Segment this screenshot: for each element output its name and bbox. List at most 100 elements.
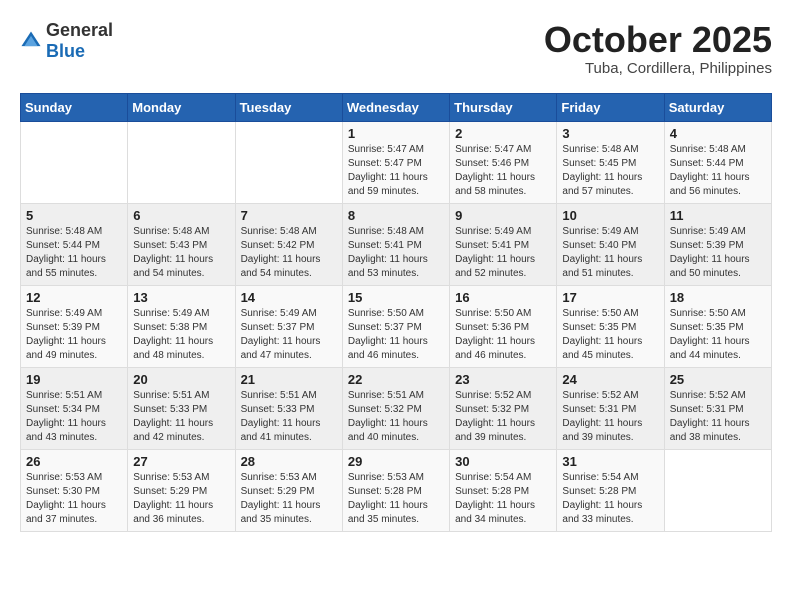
day-number: 27 [133,454,229,469]
calendar-cell: 11 Sunrise: 5:49 AM Sunset: 5:39 PM Dayli… [664,203,771,285]
day-info: Sunrise: 5:50 AM Sunset: 5:35 PM Dayligh… [562,307,658,363]
day-info: Sunrise: 5:53 AM Sunset: 5:30 PM Dayligh… [26,471,122,527]
day-info: Sunrise: 5:48 AM Sunset: 5:44 PM Dayligh… [670,143,766,199]
calendar-table: SundayMondayTuesdayWednesdayThursdayFrid… [20,93,772,532]
day-number: 15 [348,290,444,305]
day-number: 23 [455,372,551,387]
calendar-cell: 24Sunrise: 5:52 AM Sunset: 5:31 PM Dayli… [557,367,664,449]
day-info: Sunrise: 5:52 AM Sunset: 5:31 PM Dayligh… [562,389,658,445]
day-number: 28 [241,454,337,469]
day-info: Sunrise: 5:48 AM Sunset: 5:41 PM Dayligh… [348,225,444,281]
calendar-cell: 10 Sunrise: 5:49 AM Sunset: 5:40 PM Dayli… [557,203,664,285]
calendar-header-monday: Monday [128,93,235,121]
day-number: 14 [241,290,337,305]
day-number: 8 [348,208,444,223]
day-number: 1 [348,126,444,141]
logo-general: General [46,20,113,40]
day-number: 19 [26,372,122,387]
day-number: 2 [455,126,551,141]
day-info: Sunrise: 5:49 AM Sunset: 5:38 PM Dayligh… [133,307,229,363]
day-number: 7 [241,208,337,223]
day-info: Sunrise: 5:51 AM Sunset: 5:32 PM Dayligh… [348,389,444,445]
day-info: Sunrise: 5:50 AM Sunset: 5:35 PM Dayligh… [670,307,766,363]
calendar-cell: 16 Sunrise: 5:50 AM Sunset: 5:36 PM Dayli… [450,285,557,367]
calendar-cell: 20 Sunrise: 5:51 AM Sunset: 5:33 PM Dayli… [128,367,235,449]
day-info: Sunrise: 5:47 AM Sunset: 5:46 PM Dayligh… [455,143,551,199]
day-number: 10 [562,208,658,223]
calendar-week-row: 26 Sunrise: 5:53 AM Sunset: 5:30 PM Dayli… [21,449,772,531]
calendar-cell: 28Sunrise: 5:53 AM Sunset: 5:29 PM Dayli… [235,449,342,531]
day-number: 5 [26,208,122,223]
day-number: 17 [562,290,658,305]
calendar-week-row: 12Sunrise: 5:49 AM Sunset: 5:39 PM Dayli… [21,285,772,367]
day-number: 16 [455,290,551,305]
day-info: Sunrise: 5:52 AM Sunset: 5:32 PM Dayligh… [455,389,551,445]
calendar-cell [21,121,128,203]
month-title: October 2025 [544,20,772,60]
day-info: Sunrise: 5:48 AM Sunset: 5:45 PM Dayligh… [562,143,658,199]
day-number: 4 [670,126,766,141]
day-info: Sunrise: 5:51 AM Sunset: 5:33 PM Dayligh… [133,389,229,445]
calendar-cell: 14 Sunrise: 5:49 AM Sunset: 5:37 PM Dayli… [235,285,342,367]
day-info: Sunrise: 5:49 AM Sunset: 5:40 PM Dayligh… [562,225,658,281]
calendar-cell: 12Sunrise: 5:49 AM Sunset: 5:39 PM Dayli… [21,285,128,367]
day-info: Sunrise: 5:51 AM Sunset: 5:33 PM Dayligh… [241,389,337,445]
day-info: Sunrise: 5:48 AM Sunset: 5:43 PM Dayligh… [133,225,229,281]
day-number: 6 [133,208,229,223]
calendar-cell [235,121,342,203]
calendar-cell: 3Sunrise: 5:48 AM Sunset: 5:45 PM Daylig… [557,121,664,203]
day-info: Sunrise: 5:49 AM Sunset: 5:39 PM Dayligh… [670,225,766,281]
day-info: Sunrise: 5:49 AM Sunset: 5:39 PM Dayligh… [26,307,122,363]
day-info: Sunrise: 5:53 AM Sunset: 5:29 PM Dayligh… [133,471,229,527]
day-number: 18 [670,290,766,305]
day-number: 26 [26,454,122,469]
logo-blue: Blue [46,41,85,61]
day-number: 11 [670,208,766,223]
day-number: 22 [348,372,444,387]
calendar-cell: 1 Sunrise: 5:47 AM Sunset: 5:47 PM Daylig… [342,121,449,203]
logo-icon [20,30,42,52]
calendar-week-row: 19 Sunrise: 5:51 AM Sunset: 5:34 PM Dayli… [21,367,772,449]
day-number: 20 [133,372,229,387]
calendar-cell: 22 Sunrise: 5:51 AM Sunset: 5:32 PM Dayli… [342,367,449,449]
day-info: Sunrise: 5:50 AM Sunset: 5:36 PM Dayligh… [455,307,551,363]
calendar-header-row: SundayMondayTuesdayWednesdayThursdayFrid… [21,93,772,121]
calendar-cell: 21Sunrise: 5:51 AM Sunset: 5:33 PM Dayli… [235,367,342,449]
calendar-cell: 15Sunrise: 5:50 AM Sunset: 5:37 PM Dayli… [342,285,449,367]
calendar-cell: 13 Sunrise: 5:49 AM Sunset: 5:38 PM Dayli… [128,285,235,367]
calendar-cell: 17 Sunrise: 5:50 AM Sunset: 5:35 PM Dayli… [557,285,664,367]
day-number: 25 [670,372,766,387]
calendar-cell: 7 Sunrise: 5:48 AM Sunset: 5:42 PM Daylig… [235,203,342,285]
title-block: October 2025 Tuba, Cordillera, Philippin… [544,20,772,77]
calendar-cell: 25Sunrise: 5:52 AM Sunset: 5:31 PM Dayli… [664,367,771,449]
calendar-cell: 4 Sunrise: 5:48 AM Sunset: 5:44 PM Daylig… [664,121,771,203]
day-number: 13 [133,290,229,305]
calendar-cell [128,121,235,203]
day-info: Sunrise: 5:49 AM Sunset: 5:37 PM Dayligh… [241,307,337,363]
page-header: General Blue October 2025 Tuba, Cordille… [20,20,772,77]
day-info: Sunrise: 5:49 AM Sunset: 5:41 PM Dayligh… [455,225,551,281]
calendar-cell: 8 Sunrise: 5:48 AM Sunset: 5:41 PM Daylig… [342,203,449,285]
calendar-header-tuesday: Tuesday [235,93,342,121]
day-info: Sunrise: 5:54 AM Sunset: 5:28 PM Dayligh… [562,471,658,527]
location-subtitle: Tuba, Cordillera, Philippines [544,60,772,77]
calendar-header-saturday: Saturday [664,93,771,121]
day-number: 9 [455,208,551,223]
calendar-cell [664,449,771,531]
day-info: Sunrise: 5:53 AM Sunset: 5:28 PM Dayligh… [348,471,444,527]
calendar-cell: 31 Sunrise: 5:54 AM Sunset: 5:28 PM Dayli… [557,449,664,531]
calendar-cell: 18 Sunrise: 5:50 AM Sunset: 5:35 PM Dayli… [664,285,771,367]
logo: General Blue [20,20,113,62]
calendar-cell: 29Sunrise: 5:53 AM Sunset: 5:28 PM Dayli… [342,449,449,531]
calendar-cell: 27 Sunrise: 5:53 AM Sunset: 5:29 PM Dayli… [128,449,235,531]
calendar-cell: 19 Sunrise: 5:51 AM Sunset: 5:34 PM Dayli… [21,367,128,449]
day-number: 31 [562,454,658,469]
day-info: Sunrise: 5:48 AM Sunset: 5:44 PM Dayligh… [26,225,122,281]
day-info: Sunrise: 5:48 AM Sunset: 5:42 PM Dayligh… [241,225,337,281]
day-info: Sunrise: 5:47 AM Sunset: 5:47 PM Dayligh… [348,143,444,199]
day-info: Sunrise: 5:54 AM Sunset: 5:28 PM Dayligh… [455,471,551,527]
day-number: 30 [455,454,551,469]
calendar-week-row: 1 Sunrise: 5:47 AM Sunset: 5:47 PM Daylig… [21,121,772,203]
calendar-cell: 6 Sunrise: 5:48 AM Sunset: 5:43 PM Daylig… [128,203,235,285]
day-info: Sunrise: 5:51 AM Sunset: 5:34 PM Dayligh… [26,389,122,445]
